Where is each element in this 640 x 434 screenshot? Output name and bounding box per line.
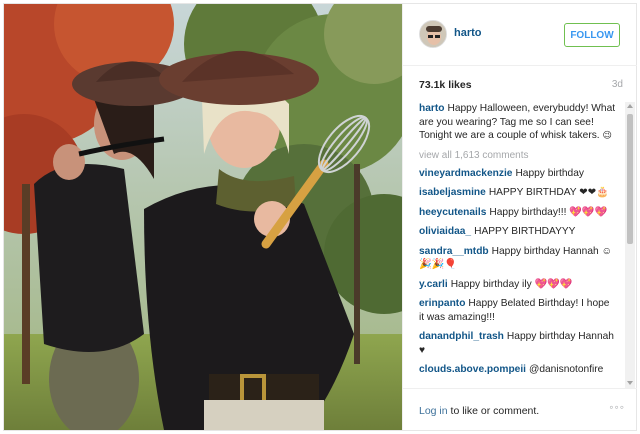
scroll-down-arrow-icon[interactable]	[627, 381, 633, 385]
comment-username[interactable]: isabeljasmine	[419, 187, 486, 198]
comment-username[interactable]: clouds.above.pompeii	[419, 364, 526, 375]
comments-list: harto Happy Halloween, everybuddy! What a…	[403, 102, 625, 388]
caption-username[interactable]: harto	[419, 103, 444, 114]
comment-text: HAPPY BIRTHDAY ❤❤🎂	[488, 187, 609, 198]
comment-text: Happy birthday ily 💖💖💖	[450, 278, 573, 290]
login-prompt-text: to like or comment.	[447, 405, 540, 417]
list-item: heeycutenails Happy birthday!!! 💖💖💖	[419, 206, 617, 220]
more-options-icon[interactable]: ◦◦◦	[609, 400, 625, 414]
comment-text: Happy birthday!!! 💖💖💖	[489, 206, 608, 218]
post-sidebar: harto FOLLOW 73.1k likes 3d harto Happy H…	[402, 4, 637, 430]
login-prompt: Log in to like or comment.	[419, 405, 539, 417]
comment-username[interactable]: heeycutenails	[419, 207, 486, 218]
follow-button[interactable]: FOLLOW	[564, 23, 620, 47]
login-link[interactable]: Log in	[419, 405, 448, 417]
follow-button-label: FOLLOW	[570, 29, 614, 41]
post-footer: Log in to like or comment. ◦◦◦	[403, 388, 637, 430]
caption: harto Happy Halloween, everybuddy! What a…	[419, 102, 617, 144]
scroll-up-arrow-icon[interactable]	[627, 104, 633, 108]
post-age[interactable]: 3d	[612, 79, 623, 90]
list-item: erinpanto Happy Belated Birthday! I hope …	[419, 297, 617, 324]
list-item: sandra__mtdb Happy birthday Hannah ☺🎉🎉🎈	[419, 245, 617, 272]
comments-scrollbar[interactable]	[625, 102, 635, 388]
likes-count[interactable]: 73.1k likes	[419, 79, 472, 91]
list-item: danandphil_trash Happy birthday Hannah ♥	[419, 330, 617, 357]
avatar[interactable]	[419, 20, 447, 48]
comment-text: HAPPY BIRTHDAYYY	[474, 226, 576, 237]
list-item: vineyardmackenzie Happy birthday	[419, 167, 617, 181]
list-item: oliviaidaa_ HAPPY BIRTHDAYYY	[419, 225, 617, 239]
post-stats: 73.1k likes 3d	[403, 66, 637, 102]
comment-username[interactable]: y.carli	[419, 279, 448, 290]
list-item: clouds.above.pompeii @danisnotonfire	[419, 363, 617, 377]
username-link[interactable]: harto	[454, 27, 482, 39]
post-photo[interactable]	[4, 4, 402, 430]
list-item: y.carli Happy birthday ily 💖💖💖	[419, 278, 617, 292]
view-all-comments-link[interactable]: view all 1,613 comments	[419, 150, 617, 161]
comment-text[interactable]: @danisnotonfire	[529, 364, 603, 375]
comment-username[interactable]: oliviaidaa_	[419, 226, 471, 237]
comment-username[interactable]: sandra__mtdb	[419, 246, 489, 257]
list-item: isabeljasmine HAPPY BIRTHDAY ❤❤🎂	[419, 186, 617, 200]
post-header: harto FOLLOW	[403, 4, 637, 66]
caption-text: Happy Halloween, everybuddy! What are yo…	[419, 103, 616, 141]
scrollbar-thumb[interactable]	[627, 114, 633, 244]
instagram-post-embed: harto FOLLOW 73.1k likes 3d harto Happy H…	[3, 3, 637, 431]
comment-text: Happy birthday	[515, 167, 584, 179]
comment-username[interactable]: erinpanto	[419, 298, 465, 309]
comment-username[interactable]: danandphil_trash	[419, 331, 504, 342]
wink-emoji-icon: 😉	[602, 131, 612, 141]
comment-username[interactable]: vineyardmackenzie	[419, 168, 512, 179]
